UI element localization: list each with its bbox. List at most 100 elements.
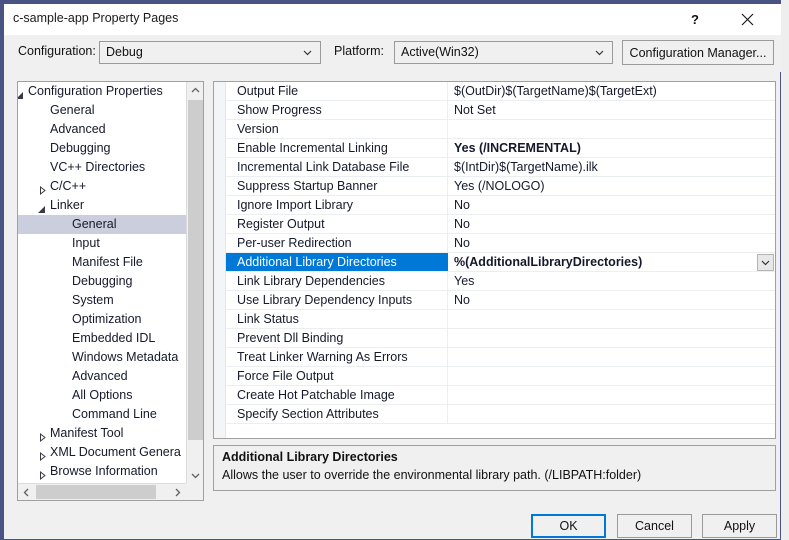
cancel-button[interactable]: Cancel bbox=[617, 514, 692, 538]
property-row[interactable]: Prevent Dll Binding bbox=[226, 329, 775, 348]
tree-vertical-scroll-thumb[interactable] bbox=[188, 100, 203, 440]
property-row[interactable]: Additional Library Directories %(Addition… bbox=[226, 253, 775, 272]
tree-item-debugging[interactable]: Debugging bbox=[18, 139, 186, 158]
tree-item-label: Manifest Tool bbox=[50, 426, 124, 440]
tree-item-advanced[interactable]: Advanced bbox=[18, 120, 186, 139]
tree-item-input[interactable]: Input bbox=[18, 234, 186, 253]
tree-item-optimization[interactable]: Optimization bbox=[18, 310, 186, 329]
tree-item-general[interactable]: General bbox=[18, 101, 186, 120]
configuration-tree[interactable]: Configuration Properties General Advanced D… bbox=[17, 81, 204, 501]
property-name: Prevent Dll Binding bbox=[226, 329, 448, 347]
configuration-value: Debug bbox=[106, 45, 143, 59]
title-bar: c-sample-app Property Pages ? bbox=[4, 4, 781, 35]
configuration-manager-button[interactable]: Configuration Manager... bbox=[622, 40, 774, 65]
property-name: Per-user Redirection bbox=[226, 234, 448, 252]
scroll-up-icon[interactable] bbox=[187, 82, 203, 99]
tree-item-command-line[interactable]: Command Line bbox=[18, 405, 186, 424]
tree-item-label: Advanced bbox=[72, 369, 128, 383]
property-row[interactable]: Force File Output bbox=[226, 367, 775, 386]
chevron-down-icon bbox=[593, 46, 606, 59]
property-name: Register Output bbox=[226, 215, 448, 233]
property-row[interactable]: Incremental Link Database File $(IntDir)$… bbox=[226, 158, 775, 177]
tree-item-label: Advanced bbox=[50, 122, 106, 136]
property-name: Additional Library Directories bbox=[226, 253, 448, 271]
scroll-left-icon[interactable] bbox=[18, 484, 35, 500]
tree-collapsed-icon[interactable] bbox=[38, 467, 47, 481]
property-row[interactable]: Per-user Redirection No bbox=[226, 234, 775, 253]
tree-item-label: General bbox=[50, 103, 95, 117]
tree-collapsed-icon[interactable] bbox=[38, 448, 47, 462]
property-value: No bbox=[454, 217, 470, 231]
property-value bbox=[448, 120, 775, 138]
property-row[interactable]: Use Library Dependency Inputs No bbox=[226, 291, 775, 310]
property-grid[interactable]: Output File $(OutDir)$(TargetName)$(Targe… bbox=[213, 81, 776, 439]
property-value: Not Set bbox=[454, 103, 496, 117]
property-value: Yes (/NOLOGO) bbox=[454, 179, 545, 193]
property-row[interactable]: Suppress Startup Banner Yes (/NOLOGO) bbox=[226, 177, 775, 196]
tree-item-general[interactable]: General bbox=[18, 215, 186, 234]
tree-item-label: Optimization bbox=[72, 312, 142, 326]
property-row[interactable]: Specify Section Attributes bbox=[226, 405, 775, 424]
tree-collapsed-icon[interactable] bbox=[38, 429, 47, 443]
property-value[interactable]: %(AdditionalLibraryDirectories) bbox=[448, 253, 755, 271]
platform-label: Platform: bbox=[334, 44, 385, 58]
tree-item-label: Debugging bbox=[50, 141, 111, 155]
tree-item-browse-information[interactable]: Browse Information bbox=[18, 462, 186, 481]
property-value bbox=[448, 310, 775, 328]
tree-item-manifest-file[interactable]: Manifest File bbox=[18, 253, 186, 272]
tree-horizontal-scrollbar[interactable] bbox=[18, 483, 203, 500]
apply-button[interactable]: Apply bbox=[702, 514, 777, 538]
property-row[interactable]: Ignore Import Library No bbox=[226, 196, 775, 215]
tree-item-label: Input bbox=[72, 236, 100, 250]
tree-item-linker[interactable]: Linker bbox=[18, 196, 186, 215]
property-row[interactable]: Version bbox=[226, 120, 775, 139]
tree-collapsed-icon[interactable] bbox=[38, 182, 47, 196]
tree-item-system[interactable]: System bbox=[18, 291, 186, 310]
description-panel: Additional Library Directories Allows th… bbox=[213, 445, 776, 491]
tree-item-c-c[interactable]: C/C++ bbox=[18, 177, 186, 196]
scroll-right-icon[interactable] bbox=[169, 484, 186, 500]
property-row[interactable]: Show Progress Not Set bbox=[226, 101, 775, 120]
property-value: No bbox=[454, 236, 470, 250]
tree-item-all-options[interactable]: All Options bbox=[18, 386, 186, 405]
property-row[interactable]: Register Output No bbox=[226, 215, 775, 234]
tree-item-xml-document-genera[interactable]: XML Document Genera bbox=[18, 443, 186, 462]
property-row[interactable]: Create Hot Patchable Image bbox=[226, 386, 775, 405]
platform-select[interactable]: Active(Win32) bbox=[394, 41, 613, 64]
property-name: Force File Output bbox=[226, 367, 448, 385]
tree-item-debugging[interactable]: Debugging bbox=[18, 272, 186, 291]
tree-item-vc-directories[interactable]: VC++ Directories bbox=[18, 158, 186, 177]
property-row[interactable]: Treat Linker Warning As Errors bbox=[226, 348, 775, 367]
configuration-bar: Configuration: Debug Platform: Active(Wi… bbox=[4, 35, 781, 72]
tree-item-label: Debugging bbox=[72, 274, 133, 288]
tree-item-advanced[interactable]: Advanced bbox=[18, 367, 186, 386]
ok-button[interactable]: OK bbox=[531, 514, 606, 538]
tree-expanded-icon[interactable] bbox=[38, 201, 47, 213]
tree-item-windows-metadata[interactable]: Windows Metadata bbox=[18, 348, 186, 367]
property-name: Treat Linker Warning As Errors bbox=[226, 348, 448, 366]
property-value bbox=[448, 386, 775, 404]
property-row[interactable]: Link Library Dependencies Yes bbox=[226, 272, 775, 291]
property-pages-dialog: c-sample-app Property Pages ? Configurat… bbox=[0, 0, 781, 540]
property-value bbox=[448, 367, 775, 385]
scroll-down-icon[interactable] bbox=[187, 467, 203, 484]
help-icon[interactable]: ? bbox=[675, 4, 715, 35]
property-value bbox=[448, 405, 775, 423]
property-row[interactable]: Output File $(OutDir)$(TargetName)$(Targe… bbox=[226, 82, 775, 101]
close-icon[interactable] bbox=[727, 4, 767, 35]
tree-item-embedded-idl[interactable]: Embedded IDL bbox=[18, 329, 186, 348]
property-name: Link Status bbox=[226, 310, 448, 328]
property-row[interactable]: Link Status bbox=[226, 310, 775, 329]
property-name: Show Progress bbox=[226, 101, 448, 119]
tree-item-configuration-properties[interactable]: Configuration Properties bbox=[18, 82, 186, 101]
tree-horizontal-scroll-thumb[interactable] bbox=[36, 485, 156, 499]
property-row[interactable]: Enable Incremental Linking Yes (/INCREMEN… bbox=[226, 139, 775, 158]
tree-vertical-scrollbar[interactable] bbox=[186, 82, 203, 484]
property-dropdown-button[interactable] bbox=[757, 254, 774, 271]
tree-item-manifest-tool[interactable]: Manifest Tool bbox=[18, 424, 186, 443]
configuration-select[interactable]: Debug bbox=[99, 41, 321, 64]
window-title: c-sample-app Property Pages bbox=[13, 11, 179, 25]
tree-expanded-icon[interactable] bbox=[18, 87, 25, 99]
property-name: Specify Section Attributes bbox=[226, 405, 448, 423]
configuration-label: Configuration: bbox=[18, 44, 96, 58]
